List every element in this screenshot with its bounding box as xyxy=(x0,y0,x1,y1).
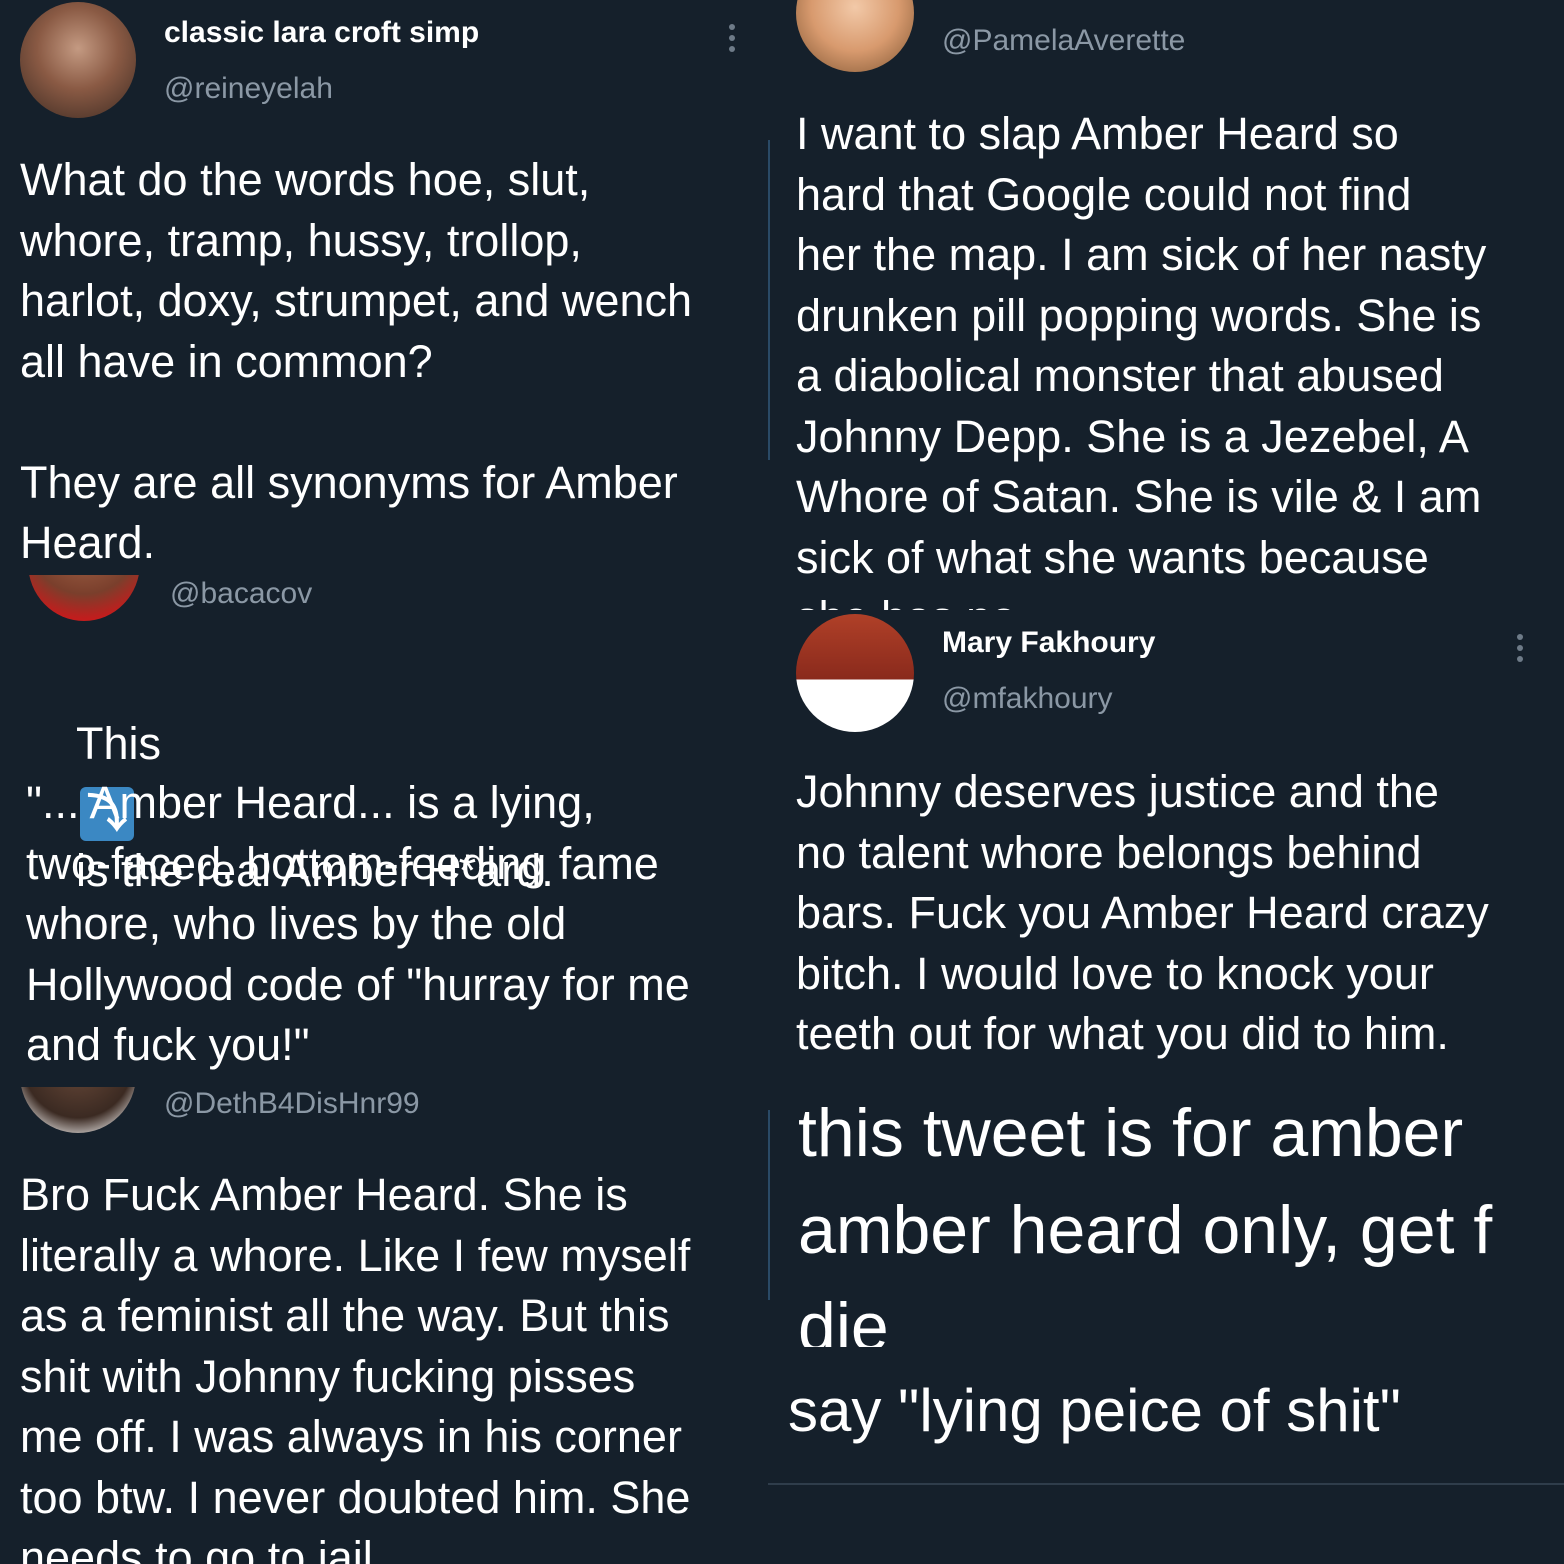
avatar[interactable] xyxy=(796,0,914,72)
user-handle[interactable]: @mfakhoury xyxy=(942,682,1113,716)
avatar[interactable] xyxy=(28,575,140,621)
tweet-text: Johnny deserves justice and the no talen… xyxy=(796,766,1489,1059)
tweet-text: say "lying peice of shit" xyxy=(788,1377,1401,1444)
display-name[interactable]: Mary Fakhoury xyxy=(942,626,1155,660)
thread-line xyxy=(768,140,770,460)
tweet-panel-mary: Mary Fakhoury @mfakhoury Johnny deserves… xyxy=(768,610,1564,1085)
more-options-icon[interactable] xyxy=(728,24,736,57)
tweet-text: Bro Fuck Amber Heard. She is literally a… xyxy=(20,1169,691,1564)
tweet-text: I want to slap Amber Heard so hard that … xyxy=(796,108,1487,610)
tweet-panel-lara: classic lara croft simp @reineyelah What… xyxy=(0,0,760,575)
display-name[interactable]: classic lara croft simp xyxy=(164,16,479,50)
user-handle[interactable]: @bacacov xyxy=(170,577,312,611)
tweet-text: this tweet is for amber amber heard only… xyxy=(798,1095,1493,1347)
tweet-panel-amber-only: this tweet is for amber amber heard only… xyxy=(768,1085,1564,1347)
avatar[interactable] xyxy=(20,2,136,118)
thread-line xyxy=(768,1110,770,1300)
user-handle[interactable]: @PamelaAverette xyxy=(942,24,1185,58)
divider xyxy=(768,1483,1564,1485)
tweet-panel-deth: @DethB4DisHnr99 Bro Fuck Amber Heard. Sh… xyxy=(0,1087,760,1564)
tweet-panel-bacacov: @bacacov This ⤵ is the real Amber H*ard.… xyxy=(0,575,760,1087)
tweet-quote-text: "... Amber Heard... is a lying, two-face… xyxy=(26,777,690,1070)
more-options-icon[interactable] xyxy=(1516,634,1524,667)
tweet-text: What do the words hoe, slut, whore, tram… xyxy=(20,154,693,568)
tweet-text-start: This xyxy=(76,717,162,769)
tweet-panel-pamela: @PamelaAverette I want to slap Amber Hea… xyxy=(768,0,1564,610)
avatar[interactable] xyxy=(796,614,914,732)
avatar[interactable] xyxy=(20,1087,136,1133)
tweet-panel-lying: say "lying peice of shit" xyxy=(768,1347,1564,1564)
user-handle[interactable]: @DethB4DisHnr99 xyxy=(164,1087,420,1121)
user-handle[interactable]: @reineyelah xyxy=(164,72,333,106)
